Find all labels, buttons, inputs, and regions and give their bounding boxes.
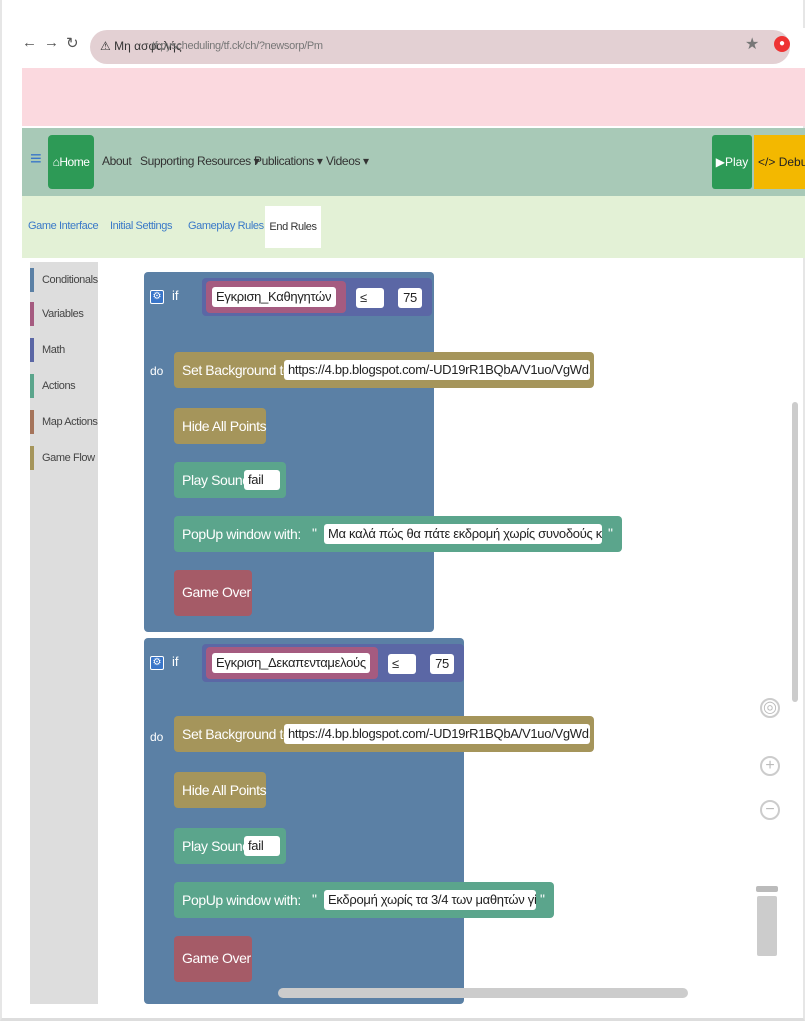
page-header-band [22, 68, 805, 126]
sound-dropdown[interactable]: fail [244, 836, 280, 856]
tab-initial-settings[interactable]: Initial Settings [110, 220, 172, 232]
debug-button[interactable]: </> Debu [754, 135, 805, 189]
variable-block[interactable]: Εγκριση_Καθηγητών [206, 281, 346, 313]
home-label: Home [59, 155, 90, 169]
star-icon[interactable]: ★ [745, 34, 759, 54]
play-sound-block[interactable]: Play Sound fail [174, 462, 286, 498]
quote-close: " [608, 525, 613, 541]
forward-icon[interactable]: → [44, 34, 59, 51]
nav-videos[interactable]: Videos ▾ [326, 154, 369, 168]
compare-block[interactable]: Εγκριση_Δεκαπενταμελούς ≤ 75 [202, 644, 464, 682]
variable-dropdown[interactable]: Εγκριση_Καθηγητών [212, 287, 336, 307]
hide-all-points-block[interactable]: Hide All Points [174, 408, 267, 444]
nav-about[interactable]: About [102, 154, 132, 168]
home-button[interactable]: ⌂Home [48, 135, 94, 189]
hide-all-points-label: Hide All Points [182, 418, 267, 434]
trash-icon[interactable] [756, 886, 778, 958]
if-block[interactable]: ⚙ if do Εγκριση_Δεκαπενταμελούς ≤ 75 Set… [144, 638, 594, 1004]
background-url-field[interactable]: https://4.bp.blogspot.com/-UD19rR1BQbA/V… [284, 724, 590, 744]
number-field[interactable]: 75 [430, 654, 454, 674]
extension-icon[interactable]: ● [774, 36, 790, 52]
if-keyword: if [172, 654, 179, 669]
play-label: Play [724, 155, 749, 169]
category-conditionals[interactable]: Conditionals [30, 268, 98, 292]
do-keyword: do [150, 730, 164, 744]
hide-all-points-label: Hide All Points [182, 782, 267, 798]
set-background-block[interactable]: Set Background to https://4.bp.blogspot.… [174, 352, 594, 388]
url-text[interactable]: tf.pyscheduling/tf.ck/ch/?newsorp/Pm [152, 40, 323, 52]
quote-close: " [540, 891, 545, 907]
code-icon: </> [758, 155, 776, 169]
address-bar[interactable]: ⚠ Μη ασφαλής tf.pyscheduling/tf.ck/ch/?n… [90, 30, 790, 64]
gear-icon[interactable]: ⚙ [150, 656, 164, 670]
tab-end-rules[interactable]: End Rules [265, 206, 321, 248]
play-icon: ▶ [715, 155, 725, 169]
gear-icon[interactable]: ⚙ [150, 290, 164, 304]
compare-block[interactable]: Εγκριση_Καθηγητών ≤ 75 [202, 278, 432, 316]
play-sound-label: Play Sound [182, 838, 250, 854]
number-field[interactable]: 75 [398, 288, 422, 308]
background-url-field[interactable]: https://4.bp.blogspot.com/-UD19rR1BQbA/V… [284, 360, 590, 380]
popup-window-block[interactable]: PopUp window with: " Εκδρομή χωρίς τα 3/… [174, 882, 554, 918]
operator-dropdown[interactable]: ≤ [356, 288, 384, 308]
site-navbar: ≡ ⌂Home About Supporting Resources ▾ Pub… [22, 128, 805, 196]
if-keyword: if [172, 288, 179, 303]
hide-all-points-block[interactable]: Hide All Points [174, 772, 267, 808]
game-over-label: Game Over [182, 950, 251, 966]
variable-dropdown[interactable]: Εγκριση_Δεκαπενταμελούς [212, 653, 370, 673]
variable-block[interactable]: Εγκριση_Δεκαπενταμελούς [206, 647, 378, 679]
reload-icon[interactable]: ↻ [66, 34, 79, 52]
quote-open: " [312, 525, 317, 541]
category-actions[interactable]: Actions [30, 374, 98, 398]
play-sound-label: Play Sound [182, 472, 250, 488]
menu-icon[interactable]: ≡ [30, 148, 42, 171]
set-background-block[interactable]: Set Background to https://4.bp.blogspot.… [174, 716, 594, 752]
tab-gameplay-rules[interactable]: Gameplay Rules [188, 220, 264, 232]
play-sound-block[interactable]: Play Sound fail [174, 828, 286, 864]
nav-supporting-resources[interactable]: Supporting Resources ▾ [140, 154, 260, 168]
zoom-out-icon[interactable]: − [760, 800, 780, 820]
if-block[interactable]: ⚙ if do Εγκριση_Καθηγητών ≤ 75 Set Backg… [144, 272, 622, 632]
popup-label: PopUp window with: [182, 892, 301, 908]
editor-tabs: Game Interface Initial Settings Gameplay… [22, 196, 805, 258]
popup-label: PopUp window with: [182, 526, 301, 542]
category-map-actions[interactable]: Map Actions [30, 410, 98, 434]
category-variables[interactable]: Variables [30, 302, 98, 326]
recenter-icon[interactable]: ◎ [760, 698, 780, 718]
category-game-flow[interactable]: Game Flow [30, 446, 98, 470]
operator-dropdown[interactable]: ≤ [388, 654, 416, 674]
popup-text-field[interactable]: Μα καλά πώς θα πάτε εκδρομή χωρίς συνοδο… [324, 524, 602, 544]
block-toolbox: Conditionals Variables Math Actions Map … [30, 262, 98, 1004]
sound-dropdown[interactable]: fail [244, 470, 280, 490]
set-background-label: Set Background to [182, 726, 291, 742]
browser-toolbar: ← → ↻ ⚠ Μη ασφαλής tf.pyscheduling/tf.ck… [22, 28, 805, 68]
game-over-block[interactable]: Game Over [174, 570, 252, 616]
zoom-in-icon[interactable]: + [760, 756, 780, 776]
tab-game-interface[interactable]: Game Interface [28, 220, 99, 232]
debug-label: Debu [778, 155, 805, 169]
category-math[interactable]: Math [30, 338, 98, 362]
nav-publications[interactable]: Publications ▾ [254, 154, 323, 168]
game-over-label: Game Over [182, 584, 251, 600]
set-background-label: Set Background to [182, 362, 291, 378]
app-window: ← → ↻ ⚠ Μη ασφαλής tf.pyscheduling/tf.ck… [0, 0, 805, 1021]
blockly-workspace[interactable]: ⚙ if do Εγκριση_Καθηγητών ≤ 75 Set Backg… [98, 262, 803, 1004]
vertical-scrollbar[interactable] [792, 402, 798, 702]
quote-open: " [312, 891, 317, 907]
back-icon[interactable]: ← [22, 34, 37, 51]
popup-window-block[interactable]: PopUp window with: " Μα καλά πώς θα πάτε… [174, 516, 622, 552]
do-keyword: do [150, 364, 164, 378]
trash-lid [756, 886, 778, 892]
play-button[interactable]: ▶Play [712, 135, 752, 189]
popup-text-field[interactable]: Εκδρομή χωρίς τα 3/4 των μαθητών γίνεται… [324, 890, 536, 910]
game-over-block[interactable]: Game Over [174, 936, 252, 982]
horizontal-scrollbar[interactable] [278, 988, 688, 998]
trash-bin [757, 896, 777, 956]
